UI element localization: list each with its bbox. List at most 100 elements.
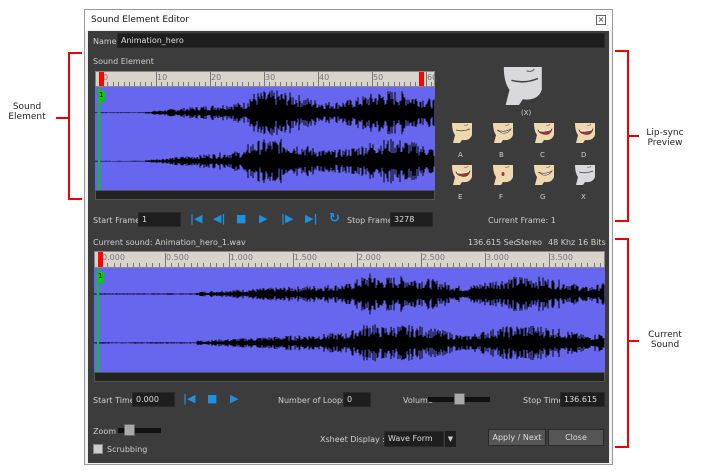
stop-icon[interactable]: ■ (236, 212, 246, 225)
ruler-tick (465, 263, 467, 267)
waveform-channel (94, 273, 605, 315)
close-icon[interactable]: × (596, 15, 606, 25)
apply-next-button[interactable]: Apply / Next (488, 429, 546, 446)
horizontal-scrollbar[interactable] (94, 372, 605, 382)
ruler-tick (395, 263, 397, 267)
next-frame-icon[interactable]: |▶ (281, 212, 293, 225)
ruler-tick (267, 263, 269, 267)
ruler-tick (388, 82, 390, 86)
ruler-label: 30 (265, 73, 276, 82)
stop-frame-input[interactable]: 3278 (390, 212, 433, 227)
ruler-tick (593, 263, 595, 267)
ruler-tick (177, 82, 179, 86)
frame-ruler[interactable]: 0102030405060 (95, 71, 435, 87)
playback-cursor[interactable] (98, 87, 100, 190)
ruler-tick (491, 263, 493, 267)
ruler-tick (339, 82, 341, 86)
sound-element-waveform[interactable]: 1 (95, 87, 435, 190)
ruler-tick (415, 82, 417, 86)
ruler-tick (264, 72, 265, 86)
scrubbing-checkbox[interactable] (93, 444, 103, 454)
previous-frame-icon[interactable]: ◀| (213, 212, 225, 225)
ruler-tick (166, 82, 168, 86)
ruler-tick (312, 263, 314, 267)
ruler-tick (222, 263, 224, 267)
loops-label: Number of Loops: (278, 396, 349, 405)
zoom-slider-handle[interactable] (124, 424, 136, 436)
ruler-tick (426, 72, 427, 86)
play-icon[interactable]: ▶ (230, 392, 238, 405)
stop-icon[interactable]: ■ (207, 392, 217, 405)
ruler-tick (231, 82, 233, 86)
ruler-tick (177, 263, 179, 267)
ruler-tick (274, 82, 276, 86)
volume-slider-handle[interactable] (453, 393, 465, 405)
stop-time-input[interactable]: 136.615 (560, 392, 605, 407)
name-label: Name (93, 37, 117, 46)
first-frame-icon[interactable]: |◀ (183, 392, 195, 405)
close-button[interactable]: Close (548, 429, 604, 446)
loop-icon[interactable]: ↻ (329, 211, 340, 226)
playhead-marker[interactable] (99, 72, 104, 86)
ruler-label: 0.500 (166, 253, 189, 262)
rate-label: 48 Khz (548, 238, 576, 247)
scrubbing-label: Scrubbing (107, 445, 148, 454)
mouth-label: A (458, 151, 463, 159)
ruler-tick (409, 82, 411, 86)
ruler-tick (193, 82, 195, 86)
ruler-tick (350, 82, 352, 86)
first-frame-icon[interactable]: |◀ (190, 212, 202, 225)
ruler-label: 1.500 (294, 253, 317, 262)
name-input[interactable]: Animation_hero (117, 33, 605, 48)
ruler-tick (123, 82, 125, 86)
start-time-input[interactable]: 0.000 (132, 392, 175, 407)
ruler-tick (337, 263, 339, 267)
chevron-down-icon[interactable]: ▼ (445, 431, 456, 447)
xsheet-display-select[interactable]: Wave Form (384, 431, 444, 447)
title-bar: Sound Element Editor × (85, 10, 612, 30)
current-sound-waveform[interactable]: 1 (94, 268, 605, 372)
horizontal-scrollbar[interactable] (95, 190, 435, 200)
start-time-label: Start Time (93, 396, 135, 405)
last-frame-icon[interactable]: ▶| (305, 212, 317, 225)
time-ruler[interactable]: 0.000 0.500 1.000 1.500 2.000 2.500 3.000 3.500 (94, 251, 605, 268)
zoom-slider[interactable] (118, 424, 161, 436)
playback-cursor[interactable] (97, 268, 99, 372)
ruler-tick (361, 82, 363, 86)
mouth-label: E (458, 193, 463, 201)
ruler-tick (427, 263, 429, 267)
ruler-tick (273, 263, 275, 267)
ruler-tick (242, 82, 244, 86)
ruler-label: 10 (157, 73, 168, 82)
ruler-tick (355, 82, 357, 86)
ruler-tick (210, 72, 211, 86)
playhead-marker[interactable] (98, 252, 103, 267)
stop-marker[interactable] (419, 72, 424, 86)
ruler-tick (328, 82, 330, 86)
ruler-tick (459, 263, 461, 267)
ruler-tick (156, 72, 157, 86)
ruler-tick (504, 263, 506, 267)
sound-element-editor-dialog: Sound Element Editor × Name Animation_he… (84, 9, 613, 465)
ruler-tick (372, 72, 373, 86)
ruler-tick (296, 82, 298, 86)
loops-input[interactable]: 0 (343, 392, 371, 407)
ruler-tick (345, 82, 346, 86)
ruler-tick (472, 263, 474, 267)
play-icon[interactable]: ▶ (259, 212, 267, 225)
bracket-lipsync (615, 50, 629, 222)
ruler-tick (261, 263, 262, 267)
waveform-channel (95, 138, 435, 184)
lipsync-preview: (X) A B C D E F G X (438, 65, 608, 205)
start-frame-input[interactable]: 1 (138, 212, 181, 227)
ruler-tick (134, 82, 136, 86)
volume-slider[interactable] (428, 393, 490, 405)
ruler-tick (568, 263, 570, 267)
ruler-tick (216, 263, 218, 267)
ruler-tick (587, 263, 589, 267)
mouth-b-thumbnail (493, 123, 513, 143)
ruler-tick (318, 72, 319, 86)
mouth-f-thumbnail (493, 165, 513, 185)
ruler-tick (269, 82, 271, 86)
ruler-tick (286, 263, 288, 267)
